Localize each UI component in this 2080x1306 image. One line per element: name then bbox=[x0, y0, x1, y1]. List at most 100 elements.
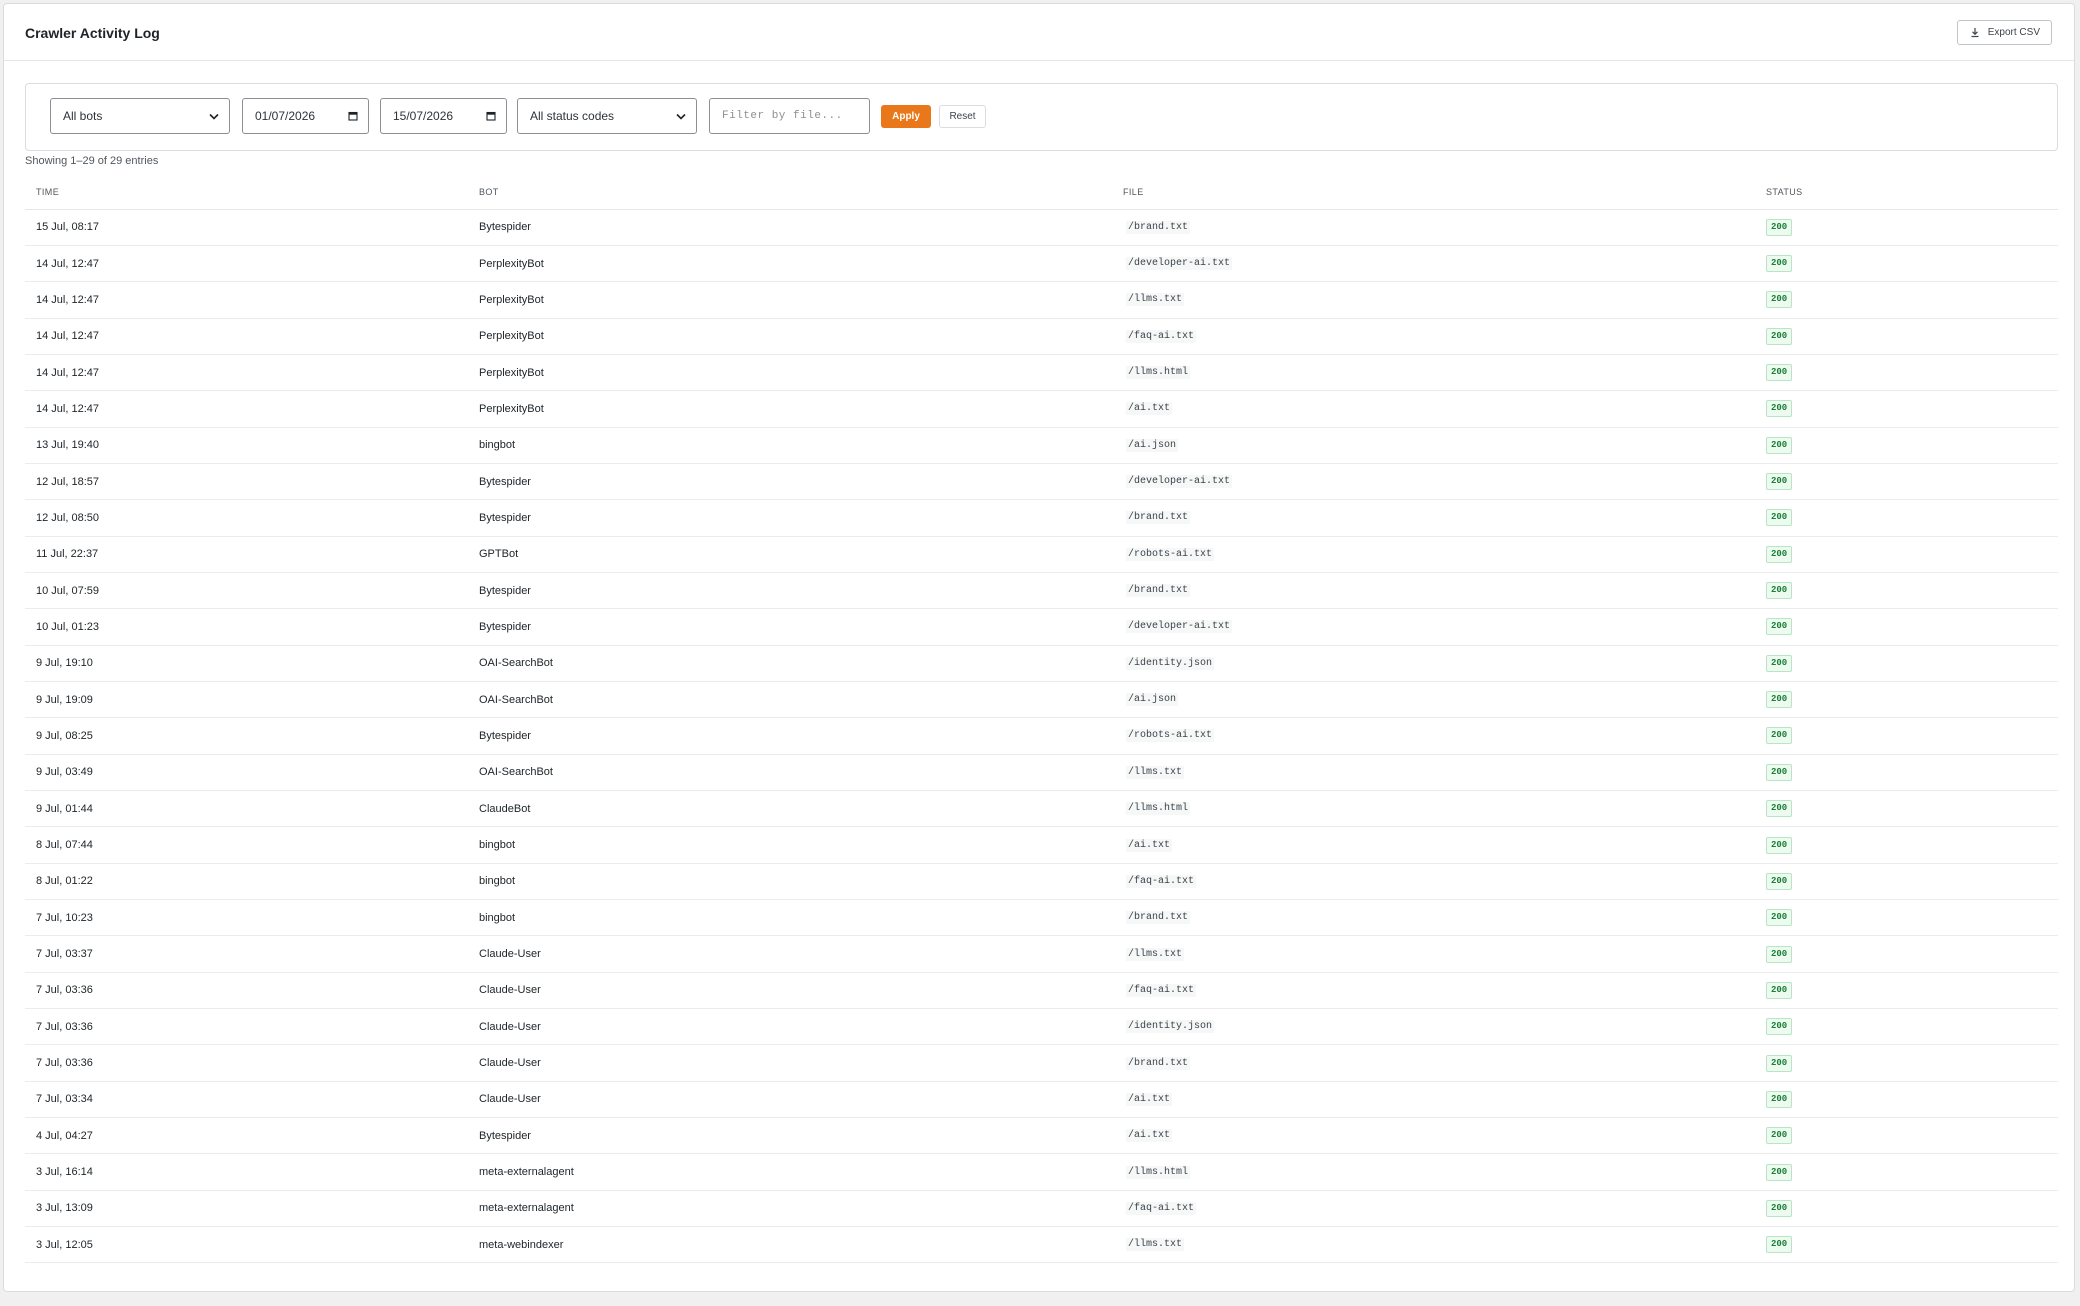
reset-button[interactable]: Reset bbox=[939, 105, 986, 128]
cell-time: 9 Jul, 08:25 bbox=[25, 717, 468, 755]
cell-time: 12 Jul, 18:57 bbox=[25, 463, 468, 501]
file-path: /llms.txt bbox=[1126, 765, 1185, 779]
file-path: /ai.json bbox=[1126, 438, 1179, 452]
cell-bot: PerplexityBot bbox=[468, 281, 1112, 319]
cell-file: /ai.json bbox=[1112, 681, 1755, 719]
cell-status: 200 bbox=[1755, 899, 2058, 937]
cell-bot: Claude-User bbox=[468, 935, 1112, 973]
cell-file: /ai.txt bbox=[1112, 826, 1755, 864]
cell-time: 9 Jul, 03:49 bbox=[25, 754, 468, 792]
cell-status: 200 bbox=[1755, 499, 2058, 537]
cell-time: 11 Jul, 22:37 bbox=[25, 536, 468, 573]
cell-status: 200 bbox=[1755, 354, 2058, 392]
file-path: /brand.txt bbox=[1126, 220, 1191, 234]
file-path: /robots-ai.txt bbox=[1126, 729, 1215, 743]
file-path: /developer-ai.txt bbox=[1126, 475, 1233, 489]
table-row: 7 Jul, 03:36 Claude-User/identity.json 200 bbox=[25, 1008, 2058, 1046]
column-header-status[interactable]: STATUS bbox=[1755, 176, 2058, 210]
cell-bot: bingbot bbox=[468, 899, 1112, 937]
page-title: Crawler Activity Log bbox=[25, 25, 160, 41]
table-row: 9 Jul, 01:44 ClaudeBot/llms.html 200 bbox=[25, 790, 2058, 828]
chevron-down-icon bbox=[209, 113, 219, 120]
status-badge: 200 bbox=[1766, 727, 1793, 745]
activity-table: TIME BOT FILE STATUS 15 Jul, 08:17 Bytesp… bbox=[25, 176, 2058, 1264]
cell-bot: PerplexityBot bbox=[468, 390, 1112, 428]
status-badge: 200 bbox=[1766, 763, 1793, 781]
cell-bot: ClaudeBot bbox=[468, 790, 1112, 828]
cell-file: /brand.txt bbox=[1112, 1044, 1755, 1082]
table-row: 7 Jul, 10:23 bingbot/brand.txt 200 bbox=[25, 899, 2058, 937]
cell-status: 200 bbox=[1755, 681, 2058, 719]
cell-status: 200 bbox=[1755, 390, 2058, 428]
cell-time: 15 Jul, 08:17 bbox=[25, 209, 468, 246]
table-row: 3 Jul, 12:05 meta-webindexer/llms.txt 200 bbox=[25, 1226, 2058, 1264]
date-to-input[interactable]: 15/07/2026 bbox=[380, 98, 507, 134]
download-icon bbox=[1970, 27, 1980, 38]
cell-file: /llms.txt bbox=[1112, 1226, 1755, 1264]
file-path: /faq-ai.txt bbox=[1126, 983, 1197, 997]
cell-status: 200 bbox=[1755, 935, 2058, 973]
cell-time: 7 Jul, 03:34 bbox=[25, 1081, 468, 1119]
column-header-file[interactable]: FILE bbox=[1112, 176, 1755, 210]
table-row: 12 Jul, 18:57 Bytespider/developer-ai.txt… bbox=[25, 463, 2058, 501]
cell-file: /developer-ai.txt bbox=[1112, 245, 1755, 283]
cell-time: 7 Jul, 03:36 bbox=[25, 1044, 468, 1082]
cell-time: 14 Jul, 12:47 bbox=[25, 318, 468, 355]
table-row: 14 Jul, 12:47 PerplexityBot/faq-ai.txt 200 bbox=[25, 318, 2058, 355]
status-badge: 200 bbox=[1766, 1199, 1793, 1217]
file-path: /ai.txt bbox=[1126, 1129, 1173, 1143]
file-filter-input[interactable]: Filter by file... bbox=[709, 98, 870, 134]
file-path: /identity.json bbox=[1126, 1020, 1215, 1034]
cell-status: 200 bbox=[1755, 754, 2058, 792]
cell-status: 200 bbox=[1755, 717, 2058, 755]
crawler-log-card: Crawler Activity Log Export CSV All bots… bbox=[3, 3, 2075, 1292]
file-path: /ai.json bbox=[1126, 693, 1179, 707]
status-badge: 200 bbox=[1766, 218, 1793, 236]
status-badge: 200 bbox=[1766, 327, 1793, 345]
entries-summary: Showing 1–29 of 29 entries bbox=[25, 155, 159, 167]
table-row: 12 Jul, 08:50 Bytespider/brand.txt 200 bbox=[25, 499, 2058, 537]
column-header-time[interactable]: TIME bbox=[25, 176, 468, 210]
cell-status: 200 bbox=[1755, 536, 2058, 573]
cell-bot: meta-externalagent bbox=[468, 1153, 1112, 1191]
cell-bot: Bytespider bbox=[468, 717, 1112, 755]
cell-time: 12 Jul, 08:50 bbox=[25, 499, 468, 537]
calendar-icon[interactable] bbox=[486, 111, 496, 121]
card-header: Crawler Activity Log Export CSV bbox=[4, 4, 2074, 61]
cell-file: /llms.html bbox=[1112, 354, 1755, 392]
cell-status: 200 bbox=[1755, 1117, 2058, 1155]
status-badge: 200 bbox=[1766, 1163, 1793, 1181]
status-badge: 200 bbox=[1766, 400, 1793, 418]
cell-bot: bingbot bbox=[468, 863, 1112, 901]
cell-time: 9 Jul, 01:44 bbox=[25, 790, 468, 828]
cell-bot: meta-webindexer bbox=[468, 1226, 1112, 1264]
status-select[interactable]: All status codes bbox=[517, 98, 697, 134]
date-to-value: 15/07/2026 bbox=[393, 109, 454, 123]
status-select-value: All status codes bbox=[530, 109, 615, 123]
chevron-down-icon bbox=[676, 113, 686, 120]
date-from-input[interactable]: 01/07/2026 bbox=[242, 98, 369, 134]
table-row: 13 Jul, 19:40 bingbot/ai.json 200 bbox=[25, 427, 2058, 464]
cell-status: 200 bbox=[1755, 318, 2058, 355]
cell-time: 7 Jul, 03:37 bbox=[25, 935, 468, 973]
cell-bot: meta-externalagent bbox=[468, 1190, 1112, 1228]
cell-status: 200 bbox=[1755, 826, 2058, 864]
cell-status: 200 bbox=[1755, 209, 2058, 246]
bot-select-value: All bots bbox=[63, 109, 103, 123]
cell-file: /robots-ai.txt bbox=[1112, 536, 1755, 573]
cell-status: 200 bbox=[1755, 608, 2058, 646]
cell-file: /brand.txt bbox=[1112, 209, 1755, 246]
file-path: /llms.txt bbox=[1126, 947, 1185, 961]
column-header-bot[interactable]: BOT bbox=[468, 176, 1112, 210]
cell-status: 200 bbox=[1755, 245, 2058, 283]
cell-time: 3 Jul, 13:09 bbox=[25, 1190, 468, 1228]
cell-time: 7 Jul, 03:36 bbox=[25, 972, 468, 1010]
apply-button[interactable]: Apply bbox=[881, 105, 931, 128]
cell-file: /llms.txt bbox=[1112, 754, 1755, 792]
table-row: 4 Jul, 04:27 Bytespider/ai.txt 200 bbox=[25, 1117, 2058, 1155]
export-csv-button[interactable]: Export CSV bbox=[1956, 20, 2052, 45]
cell-time: 9 Jul, 19:10 bbox=[25, 645, 468, 682]
cell-file: /ai.json bbox=[1112, 427, 1755, 464]
bot-select[interactable]: All bots bbox=[50, 98, 230, 134]
calendar-icon[interactable] bbox=[348, 111, 358, 121]
